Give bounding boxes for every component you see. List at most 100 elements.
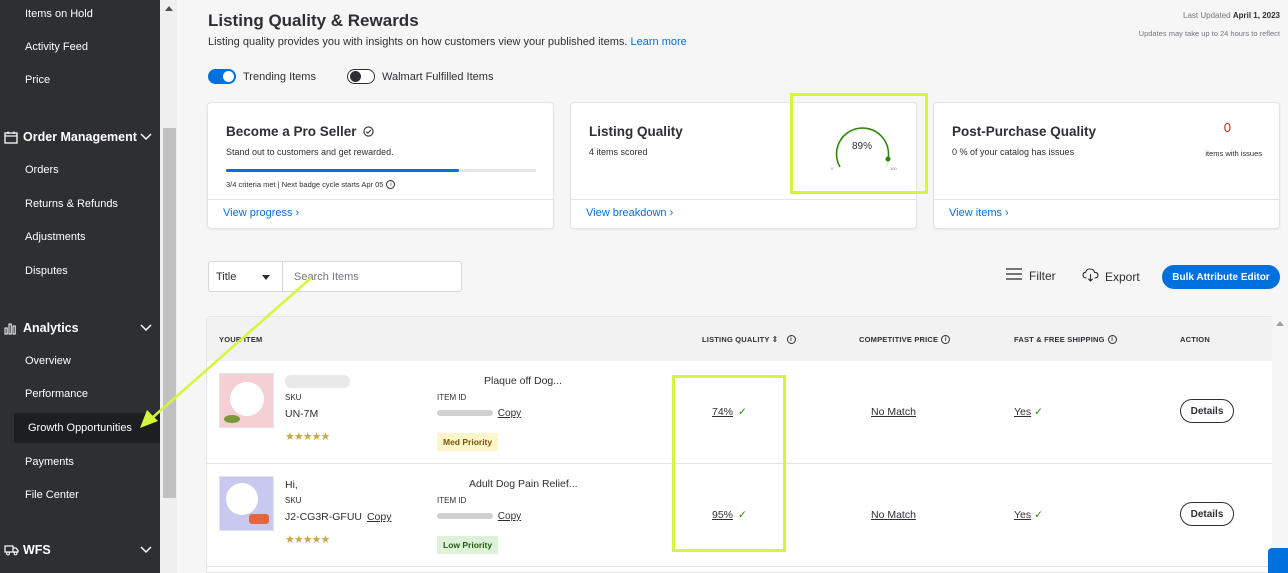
pro-seller-title: Become a Pro Seller (226, 124, 374, 140)
sidebar-item-growth-opportunities[interactable]: Growth Opportunities (14, 413, 160, 443)
details-button[interactable]: Details (1180, 502, 1234, 526)
main-content: Listing Quality & Rewards Listing qualit… (177, 0, 1288, 573)
details-button[interactable]: Details (1180, 399, 1234, 423)
view-items-link[interactable]: View items › (949, 207, 1009, 219)
listing-quality-highlight-box (672, 375, 786, 552)
search-input[interactable] (283, 262, 461, 291)
scroll-up-arrow-icon[interactable] (164, 0, 174, 11)
view-progress-link[interactable]: View progress › (223, 207, 299, 219)
gauge-highlight-box (790, 93, 928, 194)
table-scrollbar[interactable] (1272, 316, 1288, 573)
walmart-fulfilled-toggle[interactable]: Walmart Fulfilled Items (347, 69, 493, 84)
sidebar: Items on Hold Activity Feed Price Order … (0, 0, 160, 573)
rating-stars: ★★★★★ (285, 534, 330, 546)
product-title: Plaque off Dog... (484, 375, 563, 387)
sidebar-item-orders[interactable]: Orders (25, 164, 59, 176)
post-purchase-card: Post-Purchase Quality 0 % of your catalo… (933, 102, 1280, 229)
search-field-select[interactable]: Title (209, 262, 283, 291)
sku-label: SKU (285, 393, 302, 402)
sort-icon[interactable]: ⇕ (772, 335, 779, 344)
bulk-attribute-editor-button[interactable]: Bulk Attribute Editor (1162, 265, 1280, 289)
sidebar-item-overview[interactable]: Overview (25, 355, 71, 367)
sidebar-scrollbar-thumb[interactable] (163, 128, 176, 498)
listing-quality-desc: 4 items scored (589, 147, 648, 157)
product-title: Adult Dog Pain Relief... (469, 478, 578, 490)
sidebar-item-disputes[interactable]: Disputes (25, 265, 68, 277)
learn-more-link[interactable]: Learn more (631, 36, 687, 48)
competitive-price-value[interactable]: No Match (871, 406, 916, 418)
sidebar-item-adjustments[interactable]: Adjustments (25, 231, 86, 243)
filter-button[interactable]: Filter (1006, 268, 1056, 283)
last-updated-label: Last Updated (1183, 11, 1231, 20)
table-header: YOUR ITEM LISTING QUALITY ⇕ i COMPETITIV… (207, 317, 1273, 361)
col-action: ACTION (1180, 335, 1210, 344)
product-name: Hi, (285, 479, 298, 491)
item-id-value: Copy (437, 408, 521, 419)
sku-label: SKU (285, 496, 302, 505)
sidebar-section-order-management[interactable]: Order Management (0, 127, 160, 147)
walmart-fulfilled-switch[interactable] (347, 69, 375, 84)
trending-switch[interactable] (208, 69, 236, 84)
shipping-value[interactable]: Yes ✓ (1014, 509, 1043, 521)
sidebar-item-payments[interactable]: Payments (25, 456, 74, 468)
sidebar-item-activity-feed[interactable]: Activity Feed (25, 41, 88, 53)
subtitle-text: Listing quality provides you with insigh… (208, 36, 628, 48)
item-id-label: ITEM ID (437, 496, 467, 505)
analytics-label: Analytics (23, 321, 79, 335)
sidebar-item-items-on-hold[interactable]: Items on Hold (25, 8, 93, 20)
sidebar-item-returns-refunds[interactable]: Returns & Refunds (25, 198, 118, 210)
page-title: Listing Quality & Rewards (208, 11, 419, 30)
search-field-value: Title (216, 270, 237, 283)
search-bar: Title (208, 261, 462, 292)
copy-item-id-link[interactable]: Copy (498, 511, 521, 522)
rating-stars: ★★★★★ (285, 431, 330, 443)
sidebar-item-performance[interactable]: Performance (25, 388, 88, 400)
priority-badge: Med Priority (437, 433, 499, 451)
col-competitive-price: COMPETITIVE PRICE i (859, 335, 951, 344)
pro-seller-card: Become a Pro Seller Stand out to custome… (207, 102, 554, 229)
issues-label: items with issues (1205, 149, 1262, 158)
badge-check-icon (363, 125, 374, 140)
export-button[interactable]: Export (1082, 268, 1140, 285)
sidebar-item-file-center[interactable]: File Center (25, 489, 79, 501)
truck-icon (0, 544, 22, 556)
last-updated: Last Updated April 1, 2023 (1183, 11, 1280, 20)
col-your-item: YOUR ITEM (219, 335, 263, 344)
info-icon[interactable]: i (386, 180, 396, 189)
check-icon: ✓ (1034, 406, 1043, 418)
wfs-label: WFS (23, 543, 51, 557)
updates-note: Updates may take up to 24 hours to refle… (1138, 29, 1280, 38)
post-purchase-title: Post-Purchase Quality (952, 124, 1097, 139)
info-icon[interactable]: i (941, 335, 951, 344)
cloud-download-icon (1082, 268, 1099, 285)
chevron-down-icon (140, 321, 152, 335)
info-icon[interactable]: i (786, 335, 796, 344)
order-management-label: Order Management (23, 130, 137, 144)
trending-toggle[interactable]: Trending Items (208, 69, 316, 84)
info-icon[interactable]: i (1107, 335, 1117, 344)
col-fast-free-shipping: FAST & FREE SHIPPING i (1014, 335, 1117, 344)
bar-chart-icon (0, 322, 22, 335)
chevron-down-icon (140, 130, 152, 144)
chevron-down-icon (140, 543, 152, 557)
sidebar-section-wfs[interactable]: WFS (0, 540, 160, 560)
help-chip[interactable] (1268, 548, 1288, 573)
view-breakdown-link[interactable]: View breakdown › (586, 207, 673, 219)
product-thumbnail[interactable] (219, 476, 274, 531)
caret-down-icon (262, 271, 270, 283)
page-subtitle: Listing quality provides you with insigh… (208, 36, 687, 48)
sidebar-section-analytics[interactable]: Analytics (0, 318, 160, 338)
check-icon: ✓ (1034, 509, 1043, 521)
col-listing-quality[interactable]: LISTING QUALITY ⇕ i (702, 335, 796, 344)
copy-item-id-link[interactable]: Copy (498, 408, 521, 419)
priority-badge: Low Priority (437, 536, 499, 554)
copy-sku-link[interactable]: Copy (367, 511, 392, 523)
competitive-price-value[interactable]: No Match (871, 509, 916, 521)
shipping-value[interactable]: Yes ✓ (1014, 406, 1043, 418)
sidebar-item-price[interactable]: Price (25, 74, 50, 86)
calendar-icon (0, 131, 22, 144)
last-updated-date: April 1, 2023 (1232, 11, 1280, 20)
walmart-fulfilled-label: Walmart Fulfilled Items (382, 70, 494, 83)
product-thumbnail[interactable] (219, 373, 274, 428)
post-purchase-desc: 0 % of your catalog has issues (952, 147, 1075, 157)
